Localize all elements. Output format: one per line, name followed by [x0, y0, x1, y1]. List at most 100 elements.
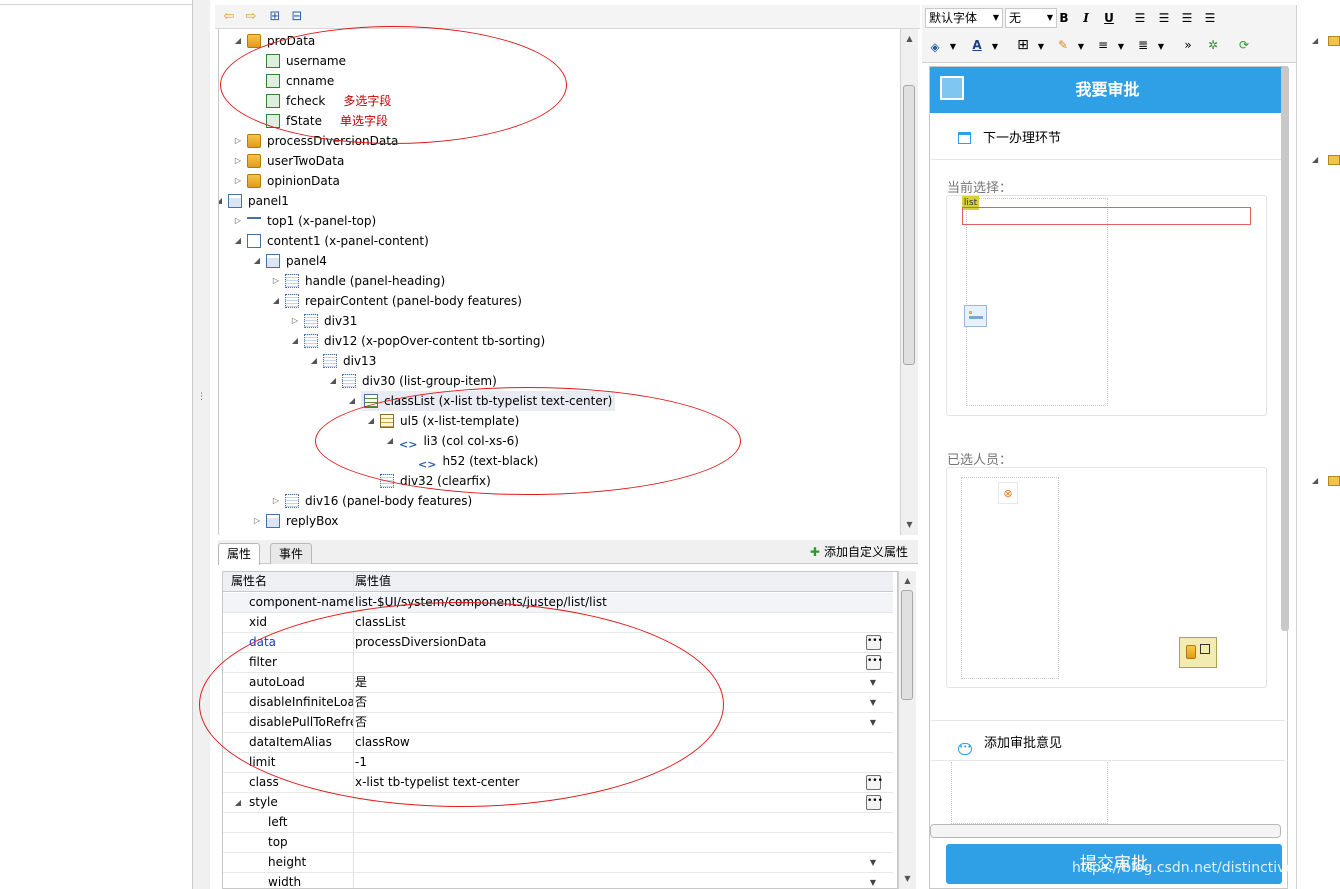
expand-arrow-icon[interactable]: ◢: [1312, 476, 1318, 485]
expanded-arrow-icon[interactable]: ◢: [328, 371, 338, 391]
tree-node[interactable]: <> h52 (text-black): [418, 451, 538, 471]
expanded-arrow-icon[interactable]: ◢: [233, 31, 243, 51]
pen-color-icon[interactable]: ✎: [1054, 37, 1072, 53]
tree-node[interactable]: div30 (list-group-item): [342, 371, 497, 391]
collapsed-arrow-icon[interactable]: ▷: [233, 211, 243, 231]
chevron-down-icon[interactable]: ▼: [867, 713, 879, 732]
property-row[interactable]: top: [223, 833, 893, 853]
font-color-button[interactable]: A: [968, 37, 986, 53]
chevron-down-icon[interactable]: ▼: [867, 693, 879, 712]
tree-node[interactable]: div16 (panel-body features): [285, 491, 472, 511]
expand-arrow-icon[interactable]: ◢: [1312, 155, 1318, 164]
property-value[interactable]: 否: [355, 713, 875, 732]
property-row[interactable]: height ▼: [223, 853, 893, 873]
preview-horizontal-scrollbar[interactable]: [930, 824, 1281, 838]
tree-node[interactable]: cnname: [266, 71, 334, 91]
property-row[interactable]: left: [223, 813, 893, 833]
folder-icon[interactable]: [1328, 36, 1340, 46]
chevron-down-icon[interactable]: ▼: [1072, 39, 1090, 55]
collapsed-arrow-icon[interactable]: ▷: [271, 491, 281, 511]
tree-node[interactable]: div13: [323, 351, 376, 371]
property-value[interactable]: 是: [355, 673, 875, 692]
italic-button[interactable]: I: [1077, 10, 1095, 26]
tree-node[interactable]: ul5 (x-list-template): [380, 411, 519, 431]
collapsed-arrow-icon[interactable]: ▷: [290, 311, 300, 331]
expanded-arrow-icon[interactable]: ◢: [309, 351, 319, 371]
tree-node[interactable]: opinionData: [247, 171, 340, 191]
tree-scroll-thumb[interactable]: [903, 85, 915, 365]
chevron-down-icon[interactable]: ▼: [1032, 39, 1050, 55]
collapsed-arrow-icon[interactable]: ▷: [233, 131, 243, 151]
expanded-arrow-icon[interactable]: ◢: [366, 411, 376, 431]
tree-node[interactable]: handle (panel-heading): [285, 271, 445, 291]
expand-all-icon[interactable]: ⊞: [267, 9, 283, 25]
tree-node[interactable]: <> li3 (col col-xs-6): [399, 431, 519, 451]
tree-node[interactable]: fState 单选字段: [266, 111, 388, 131]
gear-icon[interactable]: ✲: [1204, 37, 1222, 53]
back-arrow-icon[interactable]: ⇦: [221, 9, 237, 25]
property-row[interactable]: autoLoad 是 ▼: [223, 673, 893, 693]
close-icon[interactable]: ⊗: [998, 482, 1018, 504]
expanded-arrow-icon[interactable]: ◢: [385, 431, 395, 451]
bold-button[interactable]: B: [1055, 10, 1073, 26]
ellipsis-button[interactable]: •••: [866, 635, 883, 650]
expanded-arrow-icon[interactable]: ◢: [219, 191, 224, 211]
table-border-icon[interactable]: ⊞: [1014, 37, 1032, 53]
tree-node[interactable]: repairContent (panel-body features): [285, 291, 522, 311]
property-row[interactable]: class x-list tb-typelist text-center •••: [223, 773, 893, 793]
property-row[interactable]: xid classList: [223, 613, 893, 633]
property-value[interactable]: processDiversionData: [355, 633, 875, 652]
next-step-row[interactable]: 下一办理环节: [958, 127, 1061, 146]
align-right-icon[interactable]: ☰: [1178, 10, 1196, 26]
tree-node[interactable]: proData: [247, 31, 315, 51]
refresh-icon[interactable]: ⟳: [1235, 37, 1253, 53]
tree-node[interactable]: panel1: [228, 191, 289, 211]
tree-node[interactable]: div12 (x-popOver-content tb-sorting): [304, 331, 545, 351]
chevron-down-icon[interactable]: ▼: [944, 39, 962, 55]
expand-arrow-icon[interactable]: ◢: [1312, 36, 1318, 45]
property-row[interactable]: style ◢ •••: [223, 793, 893, 813]
ellipsis-button[interactable]: •••: [866, 655, 883, 670]
underline-button[interactable]: U: [1100, 10, 1118, 26]
left-splitter[interactable]: ⋮: [192, 0, 210, 889]
list-container[interactable]: [966, 198, 1108, 406]
justify-icon[interactable]: ☰: [1201, 10, 1219, 26]
opinion-container[interactable]: [951, 762, 1108, 824]
expanded-arrow-icon[interactable]: ◢: [271, 291, 281, 311]
people-container[interactable]: [961, 477, 1059, 679]
ellipsis-button[interactable]: •••: [866, 775, 883, 790]
tree-node[interactable]: username: [266, 51, 346, 71]
property-row[interactable]: component-name list-$UI/system/components…: [223, 593, 893, 613]
tree-node[interactable]: userTwoData: [247, 151, 344, 171]
scroll-up-icon[interactable]: ▲: [899, 573, 916, 589]
property-value[interactable]: x-list tb-typelist text-center: [355, 773, 875, 792]
chevron-down-icon[interactable]: ▼: [1112, 39, 1130, 55]
collapsed-arrow-icon[interactable]: ▷: [233, 151, 243, 171]
tab-properties[interactable]: 属性: [218, 543, 261, 565]
expanded-arrow-icon[interactable]: ◢: [347, 391, 357, 411]
tree-node[interactable]: div32 (clearfix): [380, 471, 491, 491]
scroll-down-icon[interactable]: ▼: [899, 871, 916, 887]
font-family-select[interactable]: 默认字体 ▼: [925, 8, 1003, 28]
property-value[interactable]: 否: [355, 693, 875, 712]
collapsed-arrow-icon[interactable]: ▷: [233, 171, 243, 191]
property-row[interactable]: disablePullToRefresh否▼: [223, 713, 893, 733]
line-style-icon[interactable]: ≣: [1134, 37, 1152, 53]
fill-color-icon[interactable]: ◈: [926, 39, 944, 55]
collapse-all-icon[interactable]: ⊟: [289, 9, 305, 25]
tree-node[interactable]: top1 (x-panel-top): [247, 211, 376, 231]
chevron-down-icon[interactable]: ▼: [867, 853, 879, 872]
more-tools-button[interactable]: »: [1179, 37, 1197, 53]
property-value[interactable]: classList: [355, 613, 875, 632]
align-left-icon[interactable]: ☰: [1131, 10, 1149, 26]
property-value[interactable]: -1: [355, 753, 875, 772]
list-selection-outline[interactable]: [962, 207, 1251, 225]
add-custom-property-button[interactable]: ✚ 添加自定义属性: [810, 544, 908, 560]
tree-node[interactable]: replyBox: [266, 511, 338, 531]
property-value[interactable]: classRow: [355, 733, 875, 752]
preview-scrollbar[interactable]: [1281, 66, 1289, 631]
tree-node[interactable]: content1 (x-panel-content): [247, 231, 429, 251]
property-value[interactable]: list-$UI/system/components/justep/list/l…: [355, 593, 875, 612]
property-row[interactable]: width ▼: [223, 873, 893, 888]
tree-node[interactable]: classList (x-list tb-typelist text-cente…: [361, 391, 616, 411]
